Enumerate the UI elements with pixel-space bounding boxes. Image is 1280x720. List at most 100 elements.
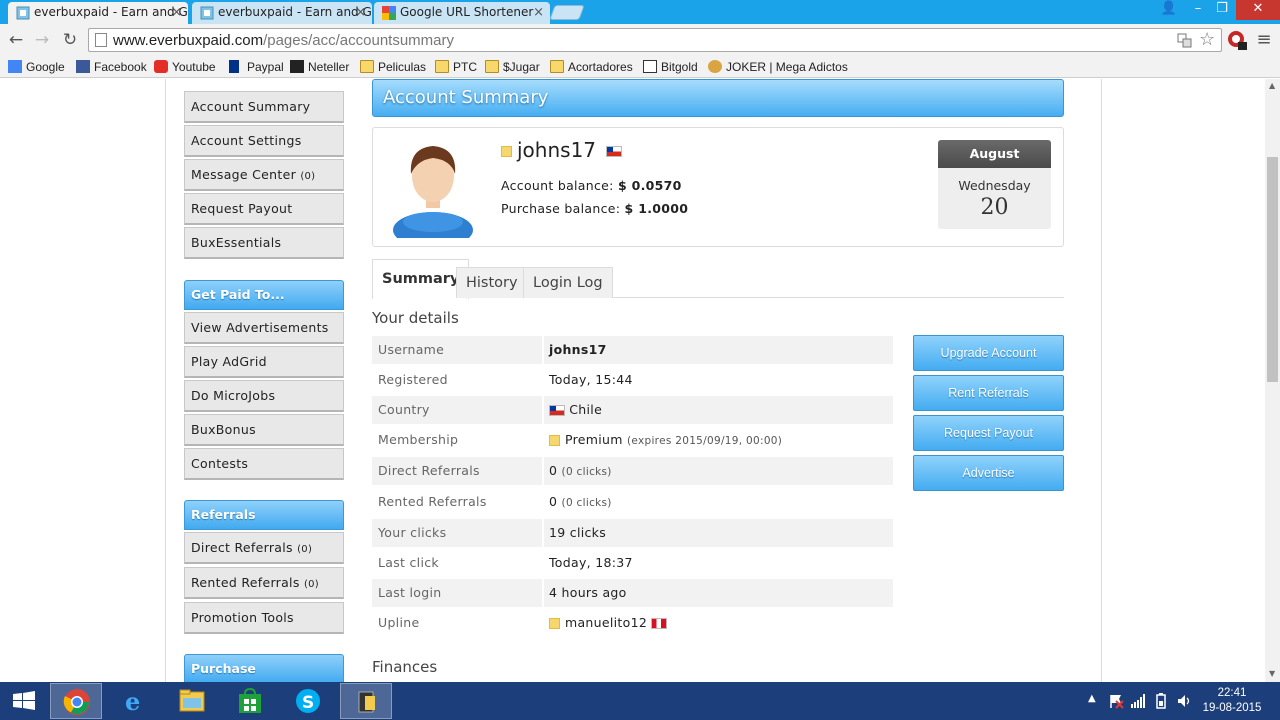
sidebar-item-account-summary[interactable]: Account Summary <box>184 91 344 123</box>
sidebar-item-rented-referrals[interactable]: Rented Referrals (0) <box>184 567 344 599</box>
upline-text[interactable]: manuelito12 <box>565 615 647 630</box>
sidebar-item-do-microjobs[interactable]: Do MicroJobs <box>184 380 344 412</box>
volume-icon[interactable] <box>1176 693 1192 709</box>
store-taskbar-button[interactable] <box>224 683 276 719</box>
sidebar-item-contests[interactable]: Contests <box>184 448 344 480</box>
clock-date: 19-08-2015 <box>1202 702 1262 714</box>
tab-history[interactable]: History <box>456 267 528 298</box>
bookmark-youtube[interactable]: Youtube <box>154 58 216 76</box>
folder-icon <box>435 60 449 73</box>
sidebar-heading-referrals: Referrals <box>184 500 344 530</box>
details-value: 0 (0 clicks) <box>544 457 893 485</box>
bookmark-folder-acortadores[interactable]: Acortadores <box>550 58 633 76</box>
media-app-taskbar-button[interactable] <box>340 683 392 719</box>
bookmark-bitgold[interactable]: Bitgold <box>643 58 698 76</box>
sidebar-item-label: Play AdGrid <box>191 354 267 369</box>
sidebar-item-play-adgrid[interactable]: Play AdGrid <box>184 346 344 378</box>
browser-tab-everbuxpaid-active[interactable]: everbuxpaid - Earn and Get × <box>8 2 188 24</box>
sidebar-item-label: Rented Referrals <box>191 575 300 590</box>
page-scrollbar[interactable]: ▲ ▼ <box>1265 79 1280 682</box>
internet-explorer-taskbar-button[interactable]: e <box>108 683 160 719</box>
chrome-taskbar-button[interactable] <box>50 683 102 719</box>
request-payout-button[interactable]: Request Payout <box>913 415 1064 451</box>
sidebar-item-buxbonus[interactable]: BuxBonus <box>184 414 344 446</box>
translate-icon[interactable] <box>1177 33 1192 48</box>
address-bar[interactable]: www.everbuxpaid.com/pages/acc/accountsum… <box>88 28 1222 52</box>
bookmark-star-icon[interactable]: ☆ <box>1199 29 1215 50</box>
details-label: Registered <box>378 372 448 387</box>
sidebar-item-label: Contests <box>191 456 249 471</box>
bookmark-joker[interactable]: JOKER | Mega Adictos <box>708 58 848 76</box>
direct-referrals-clicks: (0 clicks) <box>561 466 612 478</box>
details-row-last-click: Last click Today, 18:37 <box>372 549 893 577</box>
bookmark-neteller[interactable]: Neteller <box>290 58 349 76</box>
page-icon <box>95 33 107 47</box>
membership-text: Premium <box>565 432 623 447</box>
sidebar-item-label: Message Center <box>191 167 297 182</box>
bookmark-facebook[interactable]: Facebook <box>76 58 147 76</box>
calendar-date: August Wednesday 20 <box>938 140 1051 229</box>
restore-button[interactable]: ❐ <box>1210 0 1234 20</box>
sidebar-item-account-settings[interactable]: Account Settings <box>184 125 344 157</box>
bookmark-folder-ptc[interactable]: PTC <box>435 58 477 76</box>
calendar-month: August <box>938 140 1051 168</box>
show-hidden-icons[interactable]: ▲ <box>1088 693 1096 704</box>
tab-login-log[interactable]: Login Log <box>523 267 613 298</box>
window-close-button[interactable]: ✕ <box>1236 0 1280 20</box>
chrome-menu-icon[interactable]: ≡ <box>1254 30 1274 50</box>
new-tab-button[interactable] <box>549 5 585 20</box>
details-value: 0 (0 clicks) <box>544 488 893 516</box>
tab-close-icon[interactable]: × <box>171 2 182 23</box>
network-signal-icon[interactable] <box>1131 694 1145 708</box>
start-icon[interactable] <box>0 683 48 719</box>
sidebar-item-direct-referrals[interactable]: Direct Referrals (0) <box>184 532 344 564</box>
scroll-up-arrow-icon[interactable]: ▲ <box>1269 81 1275 90</box>
details-row-country: Country Chile <box>372 396 893 424</box>
windows-taskbar: e S ▲ 22:41 19-08-2015 <box>0 682 1280 720</box>
bookmark-label: Facebook <box>94 60 147 74</box>
your-details-heading: Your details <box>372 309 459 327</box>
tab-close-icon[interactable]: × <box>355 2 366 23</box>
tab-close-icon[interactable]: × <box>533 2 544 23</box>
chrome-icon <box>63 689 90 715</box>
details-row-registered: Registered Today, 15:44 <box>372 366 893 394</box>
sidebar-item-message-center[interactable]: Message Center (0) <box>184 159 344 191</box>
system-clock[interactable]: 22:41 19-08-2015 <box>1202 686 1262 716</box>
joker-icon <box>708 60 722 73</box>
file-explorer-taskbar-button[interactable] <box>166 683 218 719</box>
back-button[interactable]: ← <box>6 30 26 50</box>
browser-tab-google-url-shortener[interactable]: Google URL Shortener × <box>374 2 550 24</box>
profile-icon[interactable]: 👤 <box>1156 0 1182 20</box>
forward-button[interactable]: → <box>32 30 52 50</box>
sidebar-item-request-payout[interactable]: Request Payout <box>184 193 344 225</box>
bookmark-label: Google <box>26 60 65 74</box>
rented-referrals-count: 0 <box>549 494 558 509</box>
bookmark-paypal[interactable]: Paypal <box>229 58 284 76</box>
bookmark-folder-jugar[interactable]: $Jugar <box>485 58 540 76</box>
details-label: Your clicks <box>372 519 542 547</box>
purchase-balance-value: $ 1.0000 <box>624 201 689 216</box>
bookmark-google[interactable]: Google <box>8 58 65 76</box>
upgrade-account-button[interactable]: Upgrade Account <box>913 335 1064 371</box>
extension-icon[interactable] <box>1227 30 1247 50</box>
scroll-down-arrow-icon[interactable]: ▼ <box>1269 669 1275 678</box>
tab-summary[interactable]: Summary <box>372 259 470 299</box>
action-center-flag-icon[interactable] <box>1108 693 1124 709</box>
browser-tab-everbuxpaid[interactable]: everbuxpaid - Earn and Get × <box>192 2 372 24</box>
page-viewport: Account Summary Account Settings Message… <box>0 79 1265 682</box>
advertise-button[interactable]: Advertise <box>913 455 1064 491</box>
membership-expiry: (expires 2015/09/19, 00:00) <box>627 435 783 447</box>
rent-referrals-button[interactable]: Rent Referrals <box>913 375 1064 411</box>
battery-icon[interactable] <box>1154 693 1168 709</box>
scrollbar-thumb[interactable] <box>1267 157 1278 382</box>
bookmark-folder-peliculas[interactable]: Peliculas <box>360 58 426 76</box>
purchase-balance-label: Purchase balance: <box>501 201 621 216</box>
sidebar-item-buxessentials[interactable]: BuxEssentials <box>184 227 344 259</box>
skype-taskbar-button[interactable]: S <box>282 683 334 719</box>
bookmark-label: PTC <box>453 60 477 74</box>
finances-heading: Finances <box>372 658 438 676</box>
reload-button[interactable]: ↻ <box>60 30 80 50</box>
minimize-button[interactable]: – <box>1186 0 1210 20</box>
sidebar-item-view-advertisements[interactable]: View Advertisements <box>184 312 344 344</box>
sidebar-item-promotion-tools[interactable]: Promotion Tools <box>184 602 344 634</box>
